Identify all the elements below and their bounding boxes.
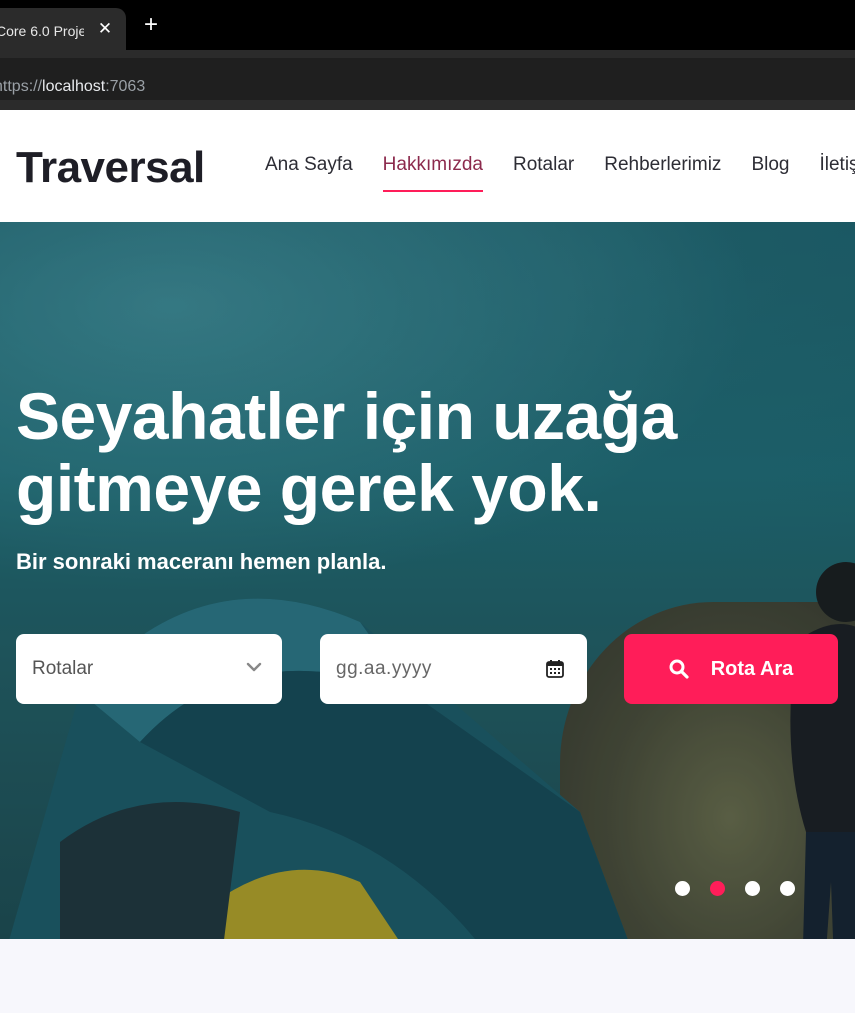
- url-scheme: https://: [0, 78, 43, 95]
- main-nav: Ana Sayfa Hakkımızda Rotalar Rehberlerim…: [265, 154, 855, 192]
- carousel-dot[interactable]: [675, 881, 690, 896]
- carousel-dot[interactable]: [710, 881, 725, 896]
- nav-item-routes[interactable]: Rotalar: [513, 154, 574, 176]
- carousel-indicators: [675, 881, 795, 896]
- url-port: :7063: [105, 78, 146, 95]
- hero-title: Seyahatler için uzağa gitmeye gerek yok.: [16, 379, 677, 525]
- new-tab-button[interactable]: +: [141, 13, 161, 37]
- url-text: https://localhost:7063: [0, 78, 145, 96]
- close-tab-icon[interactable]: ✕: [97, 20, 113, 37]
- search-button-label: Rota Ara: [710, 657, 794, 680]
- nav-item-contact[interactable]: İletişim: [819, 154, 855, 176]
- tab-title: Core 6.0 Project: [0, 23, 84, 39]
- date-field: [320, 634, 587, 704]
- carousel-dot[interactable]: [745, 881, 760, 896]
- hero-overlay: [0, 222, 855, 939]
- nav-item-about[interactable]: Hakkımızda: [382, 154, 484, 192]
- hero-subtitle: Bir sonraki maceranı hemen planla.: [16, 549, 387, 574]
- browser-tab[interactable]: Core 6.0 Project ✕: [0, 8, 126, 50]
- site-header: Traversal Ana Sayfa Hakkımızda Rotalar R…: [0, 110, 855, 222]
- url-host: localhost: [42, 78, 106, 95]
- route-select-value: Rotalar: [32, 658, 94, 679]
- page-section-below: [0, 939, 855, 1013]
- nav-item-guides[interactable]: Rehberlerimiz: [604, 154, 721, 176]
- nav-item-blog[interactable]: Blog: [751, 154, 789, 176]
- chevron-down-icon: [246, 662, 262, 672]
- hero-banner: Seyahatler için uzağa gitmeye gerek yok.…: [0, 222, 855, 939]
- browser-tabstrip: Core 6.0 Project ✕ +: [0, 0, 855, 50]
- nav-item-home[interactable]: Ana Sayfa: [265, 154, 353, 176]
- carousel-dot[interactable]: [780, 881, 795, 896]
- date-input[interactable]: [336, 654, 536, 684]
- url-field[interactable]: https://localhost:7063: [0, 58, 855, 100]
- chrome-divider: [0, 100, 855, 110]
- route-select[interactable]: Rotalar: [16, 634, 282, 704]
- site-logo[interactable]: Traversal: [16, 143, 205, 193]
- route-search-button[interactable]: Rota Ara: [624, 634, 838, 704]
- search-icon: [669, 659, 689, 679]
- calendar-icon[interactable]: [545, 659, 565, 679]
